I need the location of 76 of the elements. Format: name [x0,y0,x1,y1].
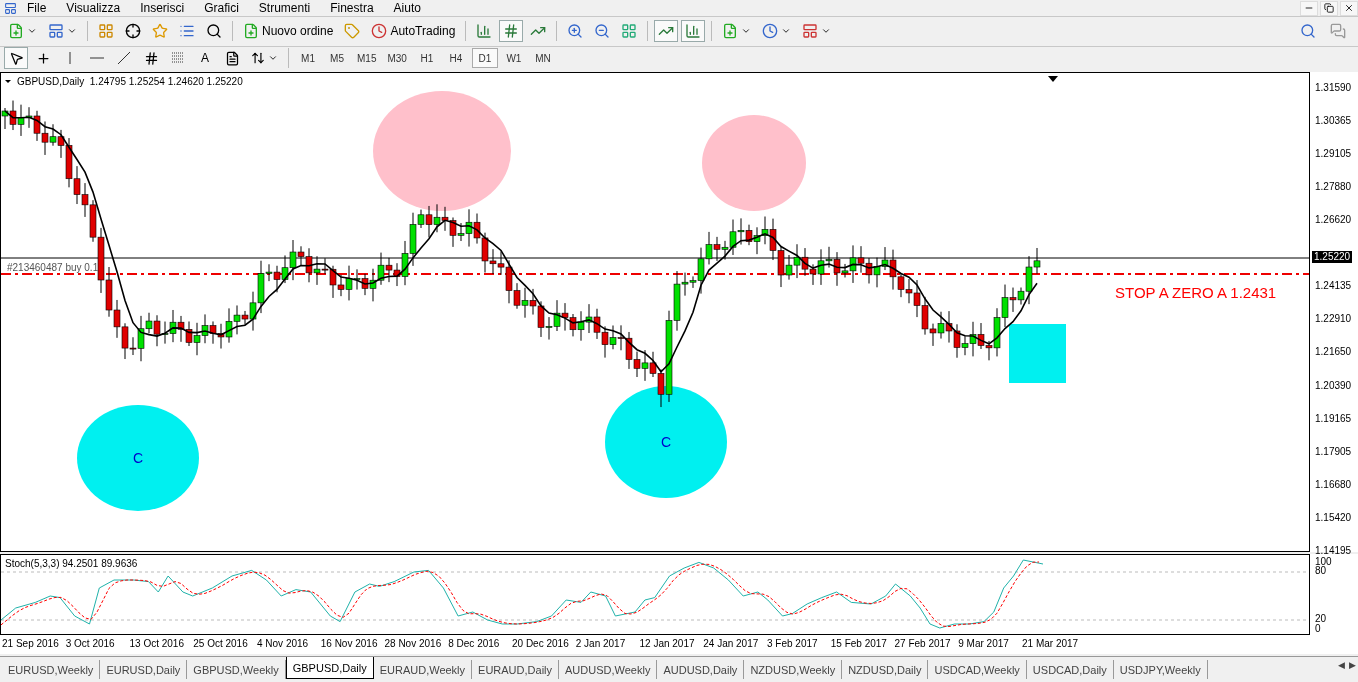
price-label: 1.24135 [1315,280,1352,293]
shape-label: C [660,433,672,450]
date-label: 16 Nov 2016 [320,638,378,651]
chart-tab[interactable]: EURAUD,Weekly [373,660,473,680]
order-label: #213460487 buy 0.1 [7,261,99,273]
text-tool-button[interactable]: A [193,47,217,70]
price-label: 1.21650 [1315,346,1352,359]
timeframe-button[interactable]: H4 [442,48,469,69]
chart-tab[interactable]: NZDUSD,Daily [842,660,929,680]
chart-tab[interactable]: AUDUSD,Daily [657,660,745,680]
date-label: 12 Jan 2017 [639,638,695,651]
date-label: 9 Mar 2017 [958,638,1009,651]
chart-tab[interactable]: NZDUSD,Weekly [744,660,843,680]
new-order-button[interactable]: Nuovo ordine [239,20,338,43]
chart-tab[interactable]: EURAUD,Daily [472,660,560,680]
shape-label: C [132,449,144,466]
timeframe-button[interactable]: H1 [413,48,440,69]
timeframe-button[interactable]: M15 [353,48,381,69]
date-label: 20 Dec 2016 [512,638,569,651]
price-label: 1.22910 [1315,313,1352,326]
indicator-level-label: 100 [1315,556,1332,568]
date-label: 27 Feb 2017 [894,638,951,651]
date-label: 21 Mar 2017 [1022,638,1079,651]
chart-tab[interactable]: USDCAD,Weekly [928,660,1027,680]
timeframe-button[interactable]: D1 [471,48,498,69]
indicator-level-label: 80 [1315,565,1327,578]
timeframe-button[interactable]: M5 [324,48,350,69]
chart-tab[interactable]: USDJPY,Weekly [1113,660,1208,680]
date-label: 15 Feb 2017 [830,638,887,651]
price-label: 1.14195 [1315,544,1352,557]
date-label: 21 Sep 2016 [2,638,59,651]
date-label: 4 Nov 2016 [257,638,309,651]
chart-tab[interactable]: GBPUSD,Daily [285,657,374,680]
indicator-title: Stoch(5,3,3) 94.2501 89.9636 [5,558,138,570]
menu-item[interactable]: Inserisci [130,0,195,16]
chart-tab[interactable]: AUDUSD,Weekly [559,660,658,680]
chart-tab[interactable]: EURUSD,Weekly [2,660,101,680]
date-label: 3 Oct 2016 [65,638,115,651]
date-label: 25 Oct 2016 [193,638,248,651]
date-label: 28 Nov 2016 [384,638,442,651]
price-label: 1.30365 [1315,115,1352,127]
date-label: 24 Jan 2017 [703,638,759,651]
menu-item[interactable]: Aiuto [383,0,431,16]
menu-item[interactable]: File [17,0,57,16]
chart-tab[interactable]: EURUSD,Daily [100,660,188,680]
menu-item[interactable]: Strumenti [248,0,321,16]
date-label: 3 Feb 2017 [767,638,818,651]
date-label: 13 Oct 2016 [129,638,184,651]
price-label: 1.19165 [1315,412,1352,425]
timeframe-button[interactable]: MN [529,48,556,69]
timeframe-button[interactable]: M30 [383,48,411,69]
tab-scroll-button[interactable]: ◀ [1336,657,1347,674]
timeframe-button[interactable]: W1 [500,48,527,69]
chart-tab[interactable]: USDCAD,Daily [1026,660,1114,680]
chart-title: GBPUSD,Daily 1.24795 1.25254 1.24620 1.25220 [17,75,243,87]
chart-tab[interactable]: GBPUSD,Weekly [187,660,286,680]
menu-item[interactable]: Grafici [194,0,249,16]
price-label: 1.15420 [1315,511,1352,524]
menu-item[interactable]: Finestra [320,0,384,16]
autotrading-button[interactable]: AutoTrading [367,20,460,43]
price-label: 1.29105 [1315,148,1352,161]
price-label: 1.20390 [1315,379,1352,392]
date-label: 2 Jan 2017 [575,638,626,651]
current-price-label: 1.25220 [1312,250,1353,263]
timeframe-button[interactable]: M1 [295,48,321,69]
menu-item[interactable]: Visualizza [56,0,131,16]
price-label: 1.31590 [1315,81,1352,94]
date-label: 8 Dec 2016 [448,638,500,651]
price-label: 1.16680 [1315,478,1352,491]
indicator-level-label: 20 [1315,613,1327,625]
price-label: 1.27880 [1315,181,1352,194]
tab-scroll-button[interactable]: ▶ [1347,657,1358,674]
price-label: 1.17905 [1315,445,1352,458]
price-label: 1.26620 [1315,214,1352,227]
chart-note: STOP A ZERO A 1.2431 [1115,283,1277,301]
indicator-level-label: 0 [1315,623,1321,636]
